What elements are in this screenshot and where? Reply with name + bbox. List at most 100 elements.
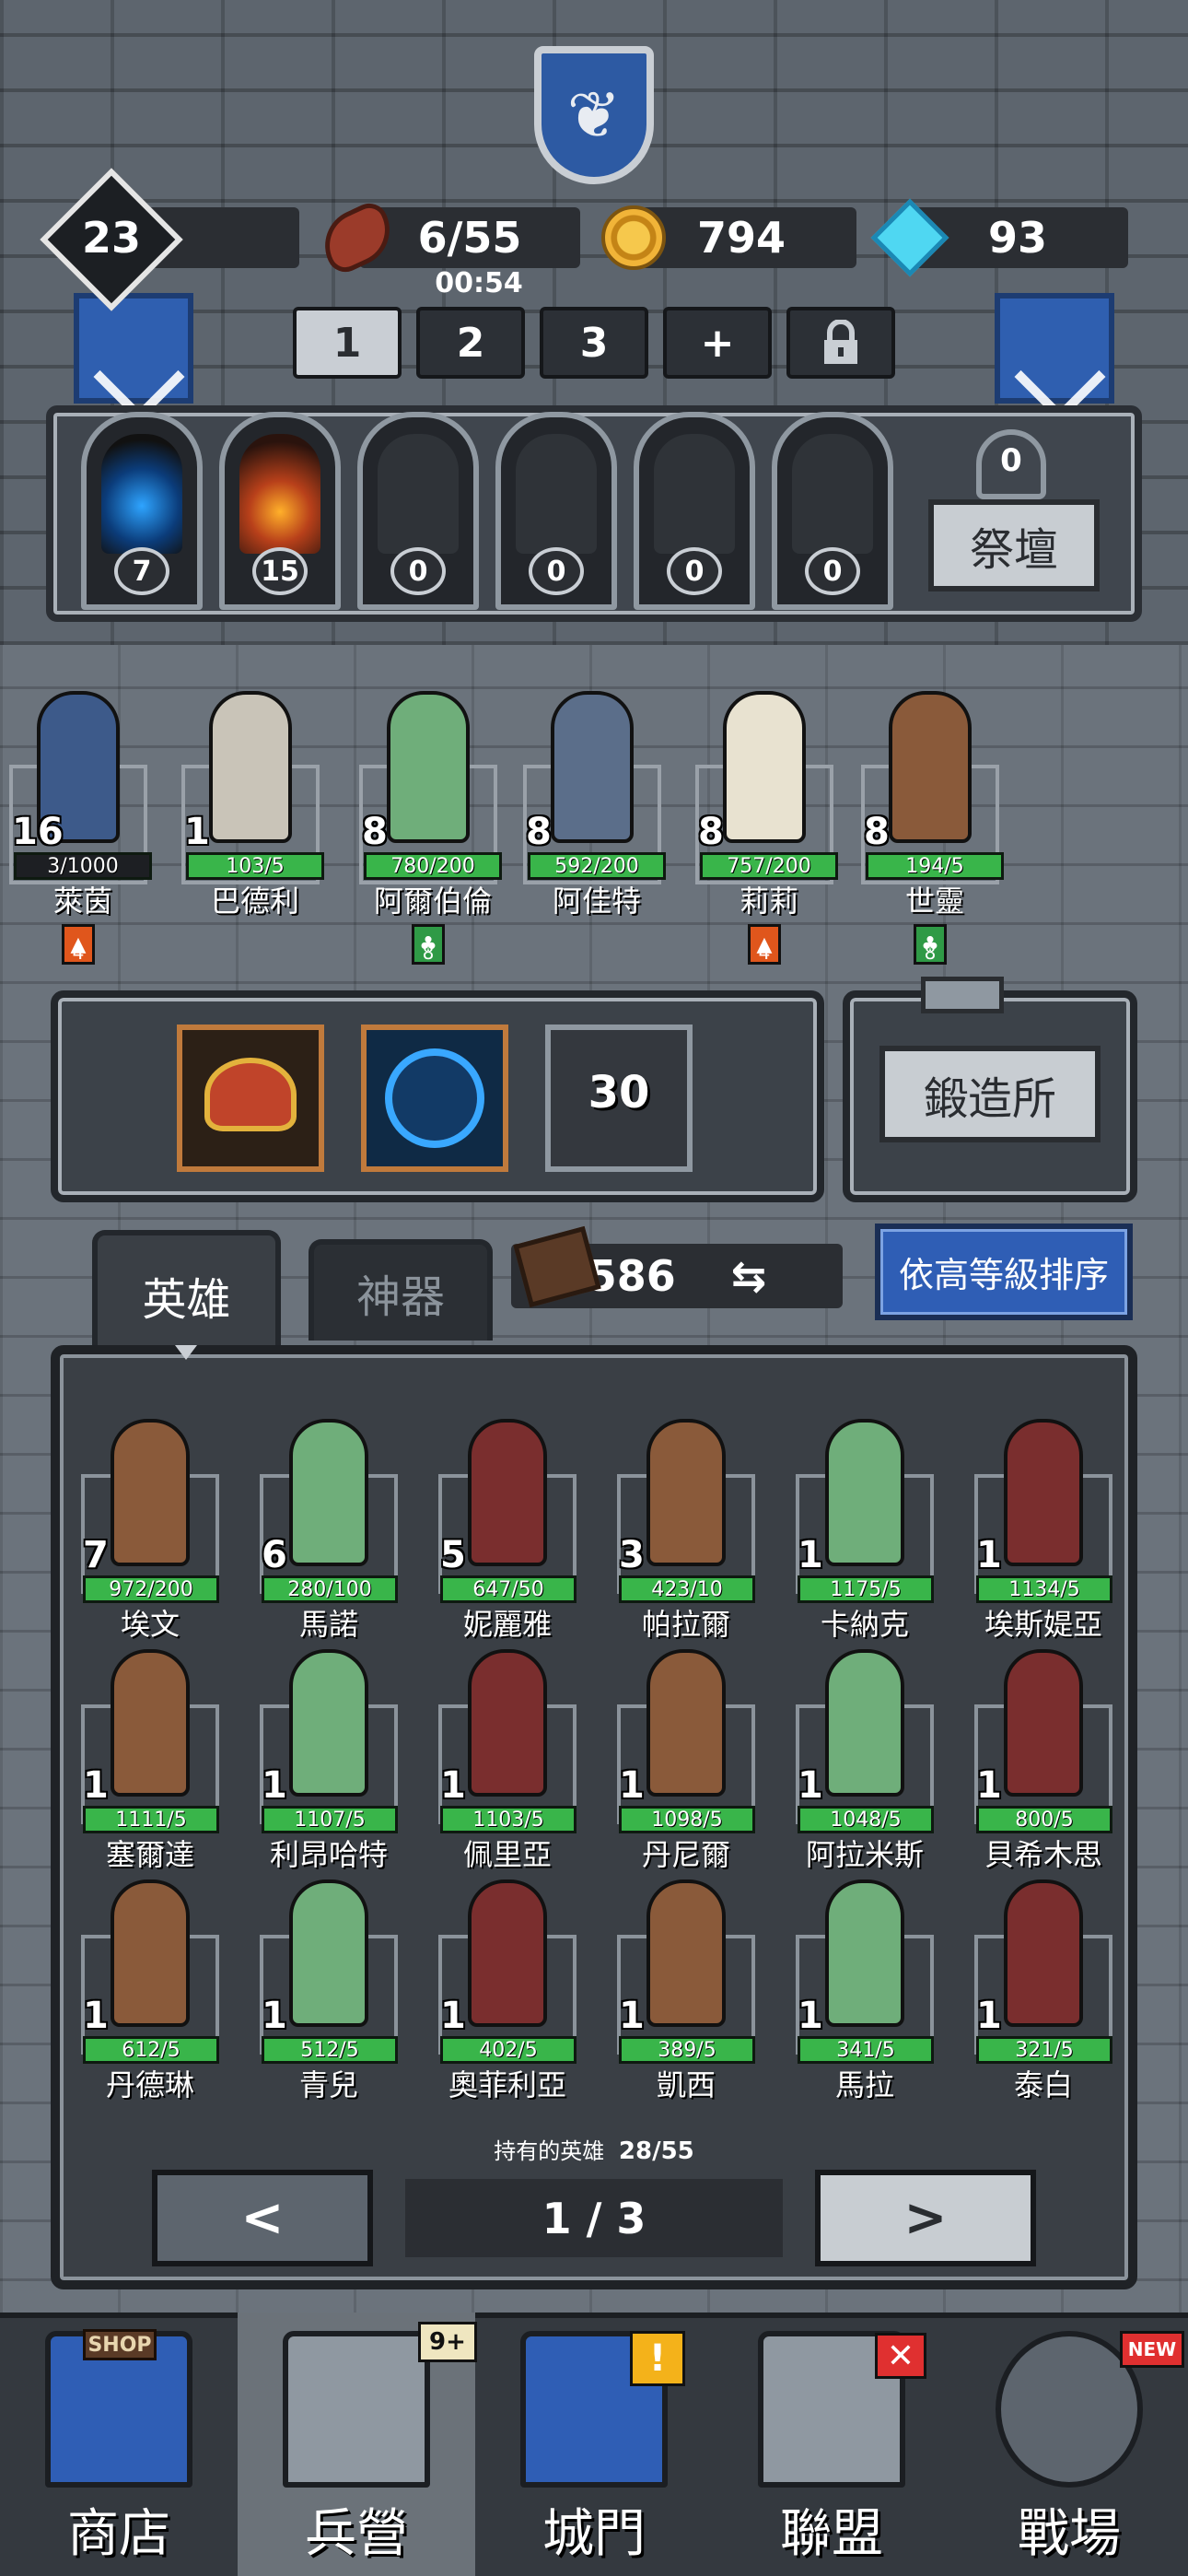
nav-label: 城門 <box>542 2504 646 2564</box>
hero-level: 8 <box>864 811 890 853</box>
sort-button[interactable]: 依高等級排序 <box>875 1224 1133 1320</box>
hero-level: 1 <box>440 1995 466 2037</box>
hero-sprite-icon <box>646 1879 726 2027</box>
hero-card[interactable]: 6 280/100 馬諾 <box>241 1400 416 1642</box>
nav-label: 聯盟 <box>780 2504 883 2564</box>
hero-card[interactable]: 1 1111/5 塞爾達 <box>63 1631 238 1872</box>
hero-sprite-icon <box>1004 1879 1083 2027</box>
nav-badge: ✕ <box>875 2333 926 2379</box>
team-hero-card[interactable]: 1 103/5 巴德利 <box>168 663 333 931</box>
artifact-slot-locked[interactable]: 30 <box>545 1025 693 1172</box>
statue-locked-3[interactable]: 0 <box>634 412 755 610</box>
hero-xp: 402/5 <box>440 2036 577 2064</box>
next-page-button[interactable]: > <box>815 2170 1036 2266</box>
hero-sprite-icon <box>111 1649 190 1797</box>
owned-count: 28/55 <box>618 2137 694 2165</box>
team-tab-2[interactable]: 2 <box>416 307 525 379</box>
hero-card[interactable]: 1 612/5 丹德琳 <box>63 1861 238 2102</box>
artifact-slot-2[interactable] <box>361 1025 508 1172</box>
hero-xp: 972/200 <box>83 1575 219 1603</box>
hero-name: 馬拉 <box>834 2067 894 2102</box>
hero-card[interactable]: 1 1107/5 利昂哈特 <box>241 1631 416 1872</box>
class-tag-count: 4 <box>72 942 85 964</box>
nav-shop[interactable]: SHOP 商店 <box>0 2313 238 2576</box>
team-hero-card[interactable]: 16 3/1000 萊茵 <box>0 663 161 931</box>
hero-card[interactable]: 3 423/10 帕拉爾 <box>599 1400 774 1642</box>
page-indicator: 1 / 3 <box>405 2179 783 2257</box>
tab-heroes[interactable]: 英雄 <box>92 1230 281 1354</box>
prev-page-button[interactable]: < <box>152 2170 373 2266</box>
hero-level: 8 <box>698 811 724 853</box>
statue-count: 15 <box>252 547 308 595</box>
team-hero-card[interactable]: 8 592/200 阿佳特 <box>509 663 675 931</box>
nav-label: 戰場 <box>1018 2504 1121 2564</box>
hero-name: 莉莉 <box>739 884 798 919</box>
hero-card[interactable]: 7 972/200 埃文 <box>63 1400 238 1642</box>
statue-count: 0 <box>529 547 584 595</box>
team-hero-card[interactable]: 8 757/200 莉莉 <box>681 663 847 931</box>
hero-card[interactable]: 1 1048/5 阿拉米斯 <box>777 1631 952 1872</box>
tab-artifacts[interactable]: 神器 <box>309 1239 493 1341</box>
hero-card[interactable]: 1 402/5 奧菲利亞 <box>420 1861 595 2102</box>
hero-level: 1 <box>976 1764 1002 1807</box>
hero-card[interactable]: 5 647/50 妮麗雅 <box>420 1400 595 1642</box>
nav-alliance[interactable]: ✕ 聯盟 <box>713 2313 950 2576</box>
class-tag-count: 4 <box>758 942 771 964</box>
hero-name: 泰白 <box>1013 2067 1073 2102</box>
hero-name: 世靈 <box>904 884 964 919</box>
hero-xp: 423/10 <box>619 1575 755 1603</box>
hero-card[interactable]: 1 1098/5 丹尼爾 <box>599 1631 774 1872</box>
hero-card[interactable]: 1 389/5 凱西 <box>599 1861 774 2102</box>
hero-level: 1 <box>619 1764 645 1807</box>
hero-level: 1 <box>440 1764 466 1807</box>
artifact-slot-1[interactable] <box>177 1025 324 1172</box>
team-tab-add[interactable]: + <box>663 307 772 379</box>
nav-badge: ! <box>630 2331 685 2386</box>
nav-battlefield[interactable]: NEW 戰場 <box>950 2313 1188 2576</box>
fist-artifact-icon <box>385 1048 484 1148</box>
statue-fire[interactable]: 15 <box>219 412 341 610</box>
hero-sprite-icon <box>646 1419 726 1566</box>
hero-card[interactable]: 1 1175/5 卡納克 <box>777 1400 952 1642</box>
statue-locked-1[interactable]: 0 <box>357 412 479 610</box>
hero-name: 阿爾伯倫 <box>373 884 492 919</box>
swap-icon[interactable]: ⇆ <box>731 1251 767 1301</box>
team-hero-card[interactable]: 8 780/200 阿爾伯倫 <box>345 663 511 931</box>
hero-level: 8 <box>362 811 388 853</box>
forge-button[interactable]: 鍛造所 <box>879 1046 1101 1142</box>
hero-card[interactable]: 1 1103/5 佩里亞 <box>420 1631 595 1872</box>
lock-icon <box>824 320 857 364</box>
statue-locked-4[interactable]: 0 <box>772 412 893 610</box>
hero-level: 16 <box>12 811 64 853</box>
hero-card[interactable]: 1 512/5 青兒 <box>241 1861 416 2102</box>
hero-name: 凱西 <box>656 2067 716 2102</box>
locked-statue-icon <box>792 434 873 554</box>
hero-xp: 321/5 <box>976 2036 1112 2064</box>
team-tab-locked[interactable] <box>786 307 895 379</box>
hero-level: 1 <box>798 1764 823 1807</box>
statue-locked-2[interactable]: 0 <box>495 412 617 610</box>
statue-blue[interactable]: 7 <box>81 412 203 610</box>
hero-xp: 800/5 <box>976 1806 1112 1833</box>
unlock-level: 30 <box>588 1067 650 1118</box>
hero-card[interactable]: 1 800/5 貝希木思 <box>956 1631 1131 1872</box>
nav-label: 兵營 <box>305 2504 408 2564</box>
hero-card[interactable]: 1 1134/5 埃斯媞亞 <box>956 1400 1131 1642</box>
hero-xp: 512/5 <box>262 2036 398 2064</box>
hero-xp: 194/5 <box>866 852 1004 880</box>
hero-sprite-icon <box>889 691 972 843</box>
hero-card[interactable]: 1 321/5 泰白 <box>956 1861 1131 2102</box>
hero-sprite-icon <box>289 1419 368 1566</box>
nav-barracks[interactable]: 9+ 兵營 <box>238 2313 477 2576</box>
nav-castle-gate[interactable]: ! 城門 <box>475 2313 713 2576</box>
hero-sprite-icon <box>1004 1649 1083 1797</box>
hero-xp: 1175/5 <box>798 1575 934 1603</box>
hero-name: 青兒 <box>298 2067 358 2102</box>
hero-sprite-icon <box>468 1649 547 1797</box>
team-tab-1[interactable]: 1 <box>293 307 402 379</box>
hero-name: 丹德琳 <box>105 2067 194 2102</box>
team-hero-card[interactable]: 8 194/5 世靈 <box>847 663 1013 931</box>
hero-card[interactable]: 1 341/5 馬拉 <box>777 1861 952 2102</box>
altar-button[interactable]: 祭壇 <box>928 499 1100 591</box>
team-tab-3[interactable]: 3 <box>540 307 648 379</box>
